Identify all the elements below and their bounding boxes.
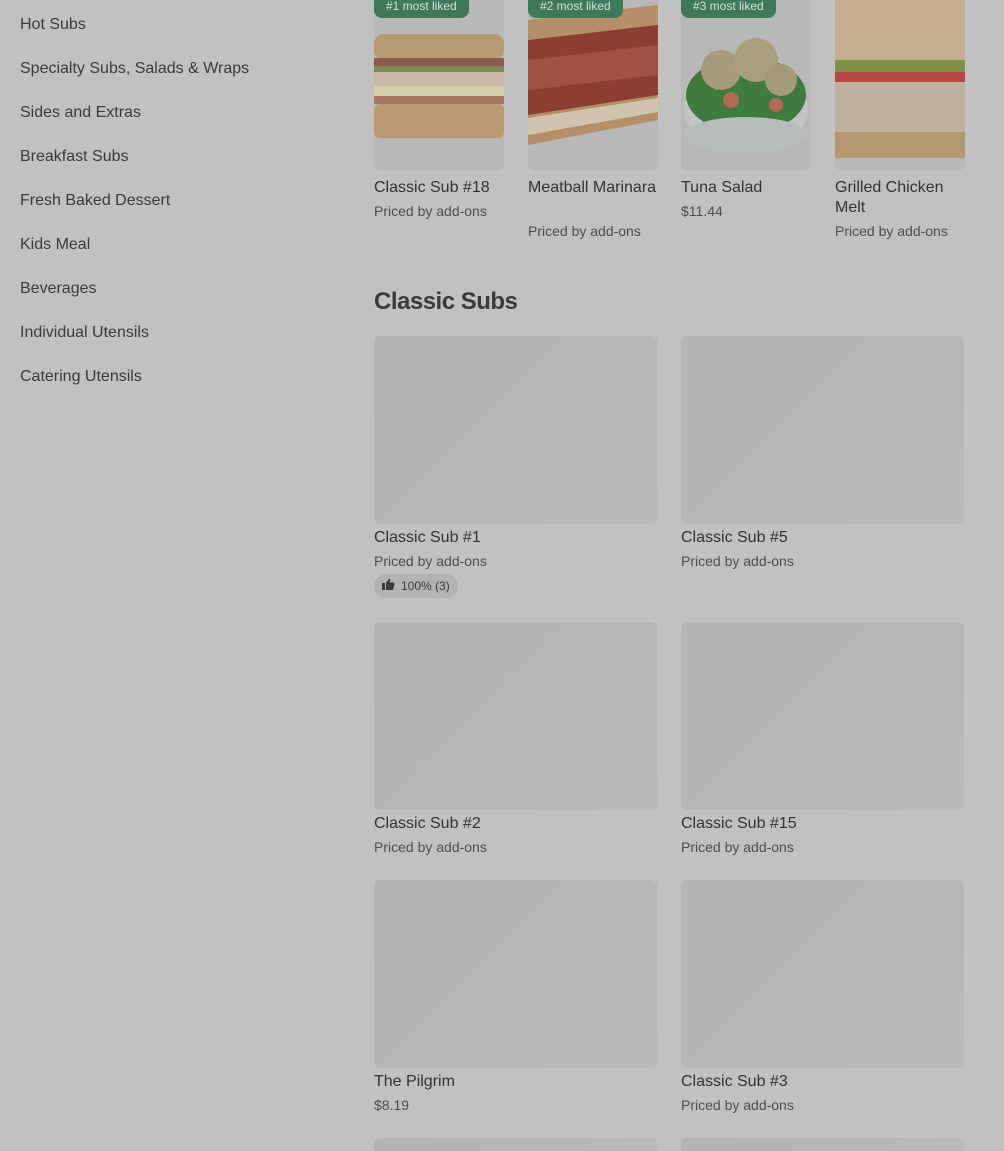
thumbs-up-icon	[382, 574, 395, 598]
menu-item-price: Priced by add-ons	[374, 839, 487, 855]
menu-item-image-placeholder	[681, 880, 964, 1068]
menu-item-image-placeholder	[681, 622, 964, 810]
featured-item-title: Tuna Salad	[681, 179, 763, 196]
sidebar-item-breakfast-subs[interactable]: Breakfast Subs	[20, 147, 129, 167]
menu-item-image-placeholder	[374, 880, 657, 1068]
menu-item-title: Classic Sub #1	[374, 529, 481, 546]
menu-item-price: Priced by add-ons	[681, 553, 794, 569]
sidebar-item-fresh-baked-dessert[interactable]: Fresh Baked Dessert	[20, 191, 170, 211]
rating-badge: 100% (3)	[374, 574, 458, 598]
menu-item-card[interactable]: Classic Sub #3 Priced by add-ons	[681, 880, 964, 1120]
menu-item-card[interactable]: Classic Sub #1 Priced by add-ons 100% (3…	[374, 336, 657, 598]
featured-item-title: Classic Sub #18	[374, 179, 490, 196]
menu-item-card[interactable]	[374, 1138, 657, 1151]
sidebar-item-specialty-subs[interactable]: Specialty Subs, Salads & Wraps	[20, 59, 249, 79]
featured-item-price: Priced by add-ons	[528, 223, 641, 239]
menu-item-image-placeholder	[681, 336, 964, 524]
menu-item-title: Classic Sub #3	[681, 1073, 788, 1090]
featured-item-price: Priced by add-ons	[374, 203, 487, 219]
featured-item-image	[835, 0, 965, 170]
featured-item-title: Grilled Chicken Melt	[835, 179, 944, 216]
menu-item-card[interactable]: Classic Sub #15 Priced by add-ons	[681, 622, 964, 862]
menu-item-image-placeholder	[374, 1138, 657, 1151]
menu-item-price: Priced by add-ons	[681, 839, 794, 855]
sidebar-item-beverages[interactable]: Beverages	[20, 279, 97, 299]
most-liked-badge: #3 most liked	[681, 0, 776, 18]
menu-item-image-placeholder	[374, 622, 657, 810]
menu-item-card[interactable]: The Pilgrim $8.19	[374, 880, 657, 1120]
sidebar-item-sides-extras[interactable]: Sides and Extras	[20, 103, 141, 123]
sidebar-item-individual-utensils[interactable]: Individual Utensils	[20, 323, 149, 343]
menu-item-image-placeholder	[681, 1138, 964, 1151]
featured-item-price: Priced by add-ons	[835, 223, 948, 239]
menu-item-title: Classic Sub #2	[374, 815, 481, 832]
most-liked-badge: #1 most liked	[374, 0, 469, 18]
featured-item-image	[374, 0, 504, 170]
menu-item-price: Priced by add-ons	[374, 553, 487, 569]
menu-item-title: Classic Sub #15	[681, 815, 797, 832]
menu-item-card[interactable]: Classic Sub #2 Priced by add-ons	[374, 622, 657, 862]
featured-item-image	[681, 0, 811, 170]
menu-item-price: $8.19	[374, 1097, 410, 1113]
featured-item-title: Meatball Marinara	[528, 179, 657, 196]
menu-item-card[interactable]: Classic Sub #5 Priced by add-ons	[681, 336, 964, 576]
featured-item-image	[528, 0, 658, 170]
menu-item-price: Priced by add-ons	[681, 1097, 794, 1113]
section-title: Classic Subs	[374, 288, 518, 315]
menu-item-title: The Pilgrim	[374, 1073, 455, 1090]
rating-text: 100% (3)	[401, 579, 450, 593]
sidebar-item-hot-subs[interactable]: Hot Subs	[20, 15, 86, 35]
sidebar-item-catering-utensils[interactable]: Catering Utensils	[20, 367, 142, 387]
menu-item-image-placeholder	[374, 336, 657, 524]
featured-item-price: $11.44	[681, 203, 723, 219]
menu-item-card[interactable]	[681, 1138, 964, 1151]
menu-item-title: Classic Sub #5	[681, 529, 788, 546]
sidebar-item-kids-meal[interactable]: Kids Meal	[20, 235, 90, 255]
most-liked-badge: #2 most liked	[528, 0, 623, 18]
